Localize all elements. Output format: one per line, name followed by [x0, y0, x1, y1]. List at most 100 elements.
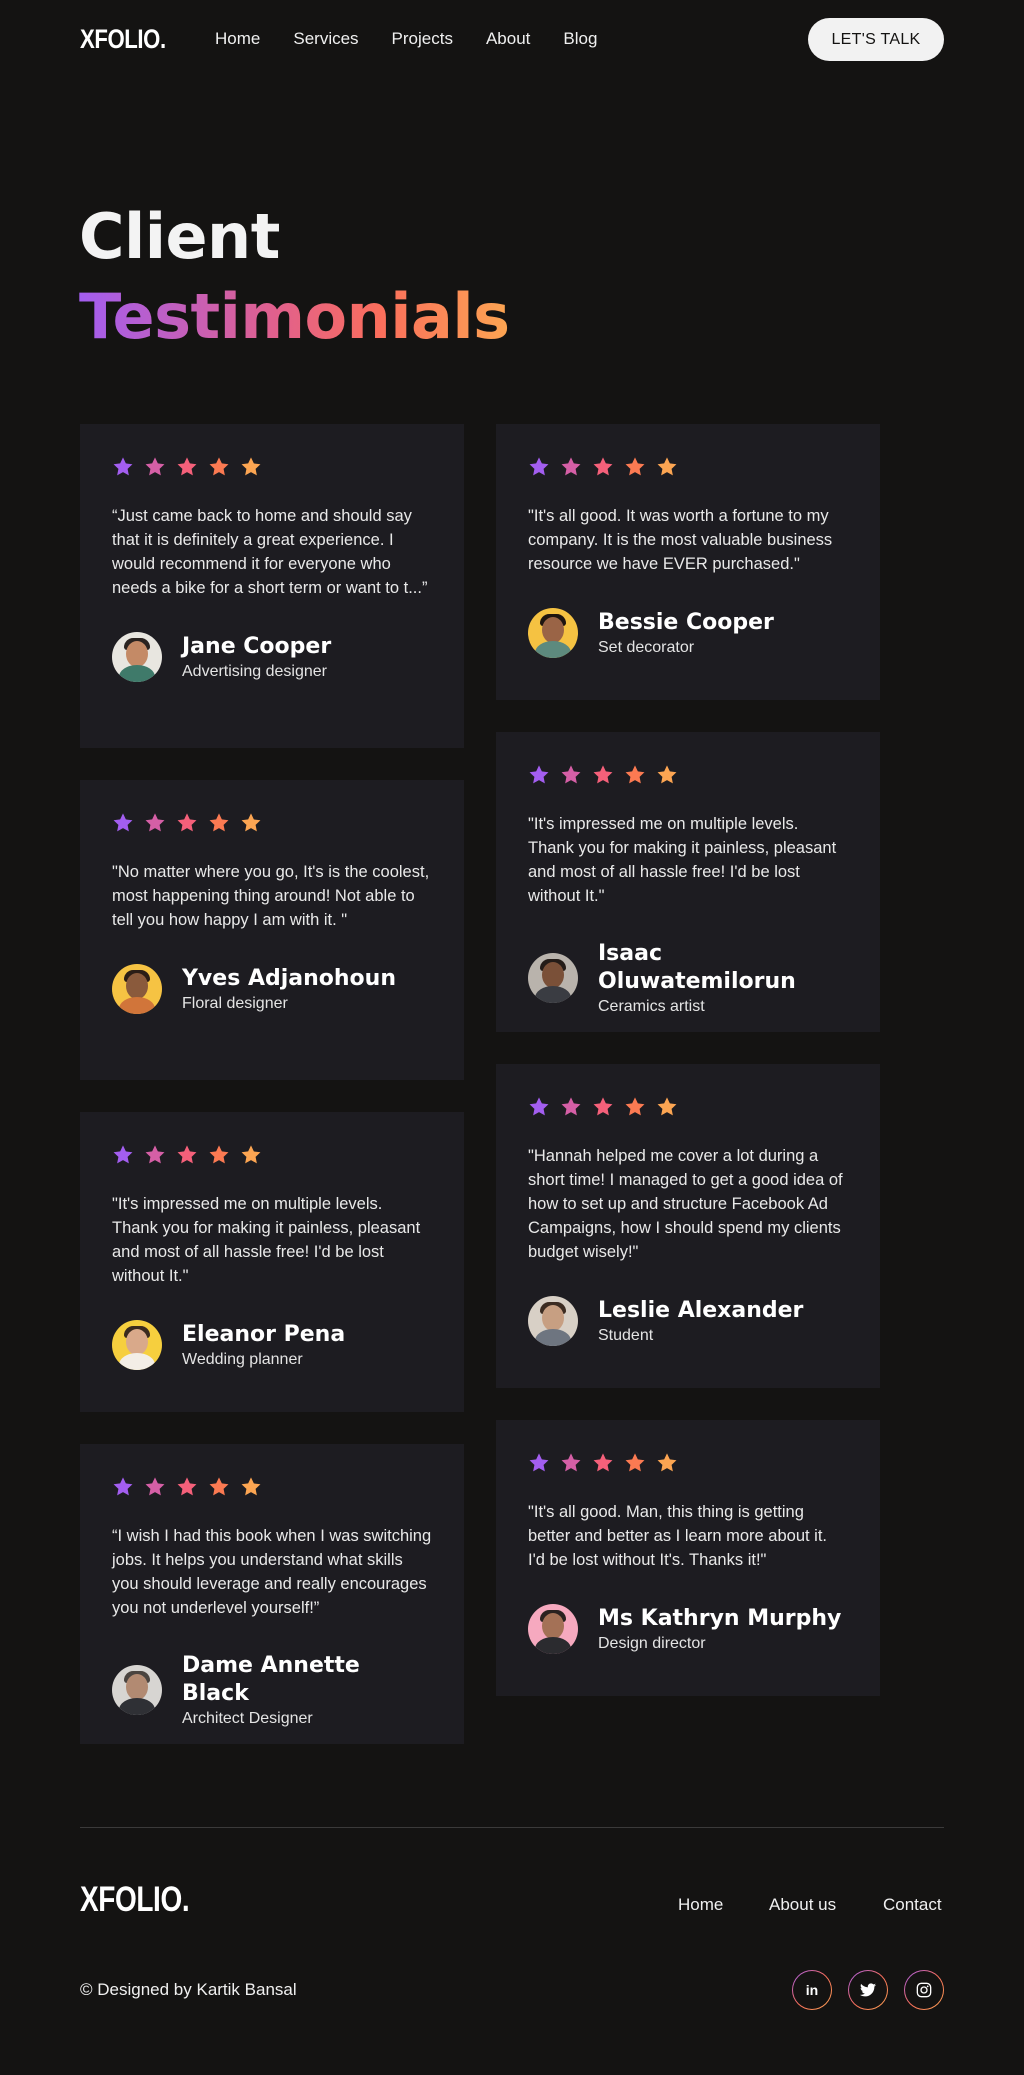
instagram-button[interactable] — [904, 1970, 944, 2010]
testimonial-quote: "Hannah helped me cover a lot during a s… — [528, 1147, 843, 1261]
author-name: Leslie Alexander — [598, 1298, 804, 1323]
twitter-button[interactable] — [848, 1970, 888, 2010]
testimonial-quote: “Just came back to home and should say t… — [112, 507, 428, 597]
star-icon — [209, 813, 229, 832]
testimonial-card: "Hannah helped me cover a lot during a s… — [496, 1064, 880, 1388]
footer-nav-contact[interactable]: Contact — [883, 1895, 942, 1915]
copyright-text: © Designed by Kartik Bansal — [80, 1980, 297, 1999]
star-rating — [528, 456, 848, 480]
footer-logo[interactable]: XFOLIO. — [80, 1880, 190, 1920]
testimonial-quote: "It's all good. Man, this thing is getti… — [528, 1503, 828, 1569]
avatar — [528, 1296, 578, 1346]
lets-talk-button[interactable]: LET'S TALK — [808, 18, 944, 61]
star-rating — [112, 456, 432, 480]
nav-services[interactable]: Services — [293, 29, 358, 49]
star-icon — [529, 457, 549, 476]
testimonial-quote: "It's all good. It was worth a fortune t… — [528, 507, 833, 573]
author-name: Ms Kathryn Murphy — [598, 1606, 842, 1631]
star-icon — [113, 1477, 133, 1496]
nav-about[interactable]: About — [486, 29, 530, 49]
star-icon — [145, 1477, 165, 1496]
star-icon — [593, 765, 613, 784]
star-icon — [529, 1453, 549, 1472]
footer-divider — [80, 1827, 944, 1828]
testimonial-card: "It's all good. Man, this thing is getti… — [496, 1420, 880, 1696]
testimonial-author: Leslie Alexander Student — [528, 1296, 848, 1346]
star-icon — [241, 1477, 261, 1496]
star-icon — [113, 1145, 133, 1164]
star-icon — [561, 1097, 581, 1116]
testimonial-quote: "It's impressed me on multiple levels. T… — [112, 1195, 421, 1285]
author-role: Student — [598, 1327, 654, 1344]
author-role: Design director — [598, 1635, 706, 1652]
author-name: Jane Cooper — [182, 634, 332, 659]
testimonial-card: “Just came back to home and should say t… — [80, 424, 464, 748]
testimonial-card: “I wish I had this book when I was switc… — [80, 1444, 464, 1744]
footer-nav-home[interactable]: Home — [678, 1895, 723, 1915]
testimonial-quote: “I wish I had this book when I was switc… — [112, 1527, 432, 1617]
testimonial-card: "It's impressed me on multiple levels. T… — [496, 732, 880, 1032]
star-icon — [593, 1453, 613, 1472]
author-role: Advertising designer — [182, 663, 327, 680]
star-rating — [528, 764, 848, 788]
author-role: Wedding planner — [182, 1351, 303, 1368]
star-icon — [657, 1453, 677, 1472]
avatar — [112, 964, 162, 1014]
star-icon — [145, 813, 165, 832]
testimonial-author: Eleanor Pena Wedding planner — [112, 1320, 432, 1370]
author-role: Set decorator — [598, 639, 695, 656]
nav-home[interactable]: Home — [215, 29, 260, 49]
star-icon — [657, 765, 677, 784]
star-rating — [528, 1096, 848, 1120]
star-icon — [593, 457, 613, 476]
star-icon — [561, 457, 581, 476]
twitter-icon — [860, 1983, 876, 1997]
main-nav: Home Services Projects About Blog — [215, 29, 630, 49]
star-icon — [561, 1453, 581, 1472]
author-name: Yves Adjanohoun — [182, 966, 396, 991]
testimonial-author: Isaac Oluwatemilorun Ceramics artist — [528, 940, 848, 1016]
star-icon — [177, 1477, 197, 1496]
site-header: XFOLIO. Home Services Projects About Blo… — [0, 0, 1024, 80]
star-icon — [657, 1097, 677, 1116]
star-rating — [528, 1452, 848, 1476]
star-icon — [177, 457, 197, 476]
star-icon — [625, 1097, 645, 1116]
star-icon — [241, 1145, 261, 1164]
star-rating — [112, 812, 432, 836]
nav-blog[interactable]: Blog — [563, 29, 597, 49]
linkedin-button[interactable]: in — [792, 1970, 832, 2010]
nav-projects[interactable]: Projects — [392, 29, 453, 49]
star-icon — [145, 457, 165, 476]
author-name: Eleanor Pena — [182, 1322, 346, 1347]
star-icon — [593, 1097, 613, 1116]
star-rating — [112, 1144, 432, 1168]
author-role: Architect Designer — [182, 1710, 313, 1727]
avatar — [112, 1320, 162, 1370]
star-rating — [112, 1476, 432, 1500]
testimonial-quote: "No matter where you go, It's is the coo… — [112, 863, 430, 929]
avatar — [528, 608, 578, 658]
testimonial-card: "It's all good. It was worth a fortune t… — [496, 424, 880, 700]
star-icon — [145, 1145, 165, 1164]
star-icon — [209, 1145, 229, 1164]
linkedin-icon: in — [805, 1982, 819, 1998]
avatar — [112, 1665, 162, 1715]
star-icon — [209, 1477, 229, 1496]
author-name: Dame Annette Black — [182, 1653, 360, 1706]
author-role: Ceramics artist — [598, 998, 705, 1015]
instagram-icon — [916, 1982, 932, 1998]
star-icon — [529, 765, 549, 784]
star-icon — [209, 457, 229, 476]
star-icon — [241, 813, 261, 832]
site-logo[interactable]: XFOLIO. — [80, 24, 166, 55]
star-icon — [657, 457, 677, 476]
page-title-line1: Client — [79, 200, 280, 273]
star-icon — [529, 1097, 549, 1116]
footer-nav-about[interactable]: About us — [769, 1895, 836, 1915]
star-icon — [241, 457, 261, 476]
star-icon — [625, 1453, 645, 1472]
avatar — [528, 1604, 578, 1654]
avatar — [112, 632, 162, 682]
star-icon — [625, 457, 645, 476]
